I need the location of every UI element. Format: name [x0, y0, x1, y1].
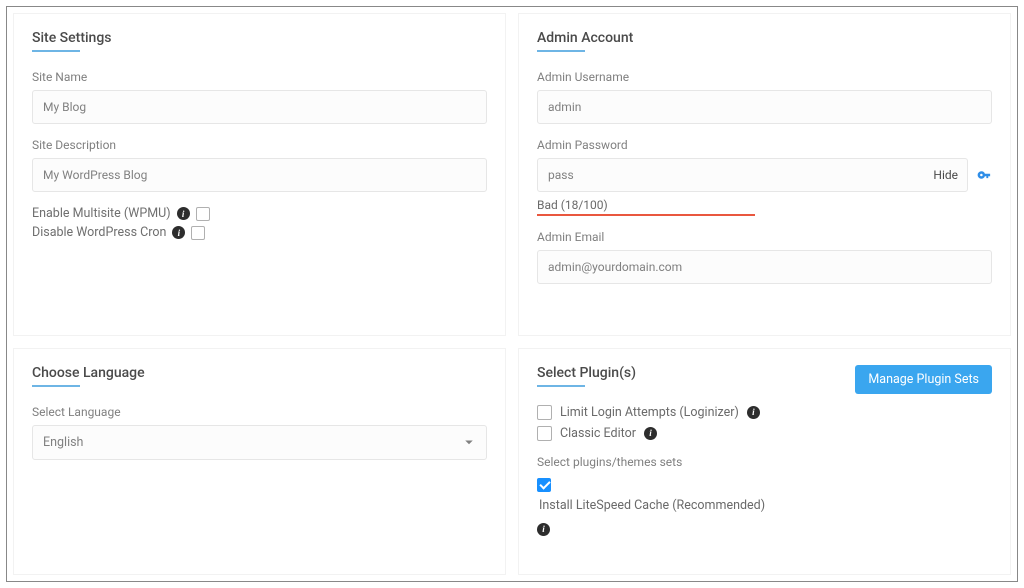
- plugin-row-classic-editor: Classic Editor i: [537, 426, 992, 441]
- admin-password-label: Admin Password: [537, 138, 992, 152]
- disable-cron-label: Disable WordPress Cron: [32, 225, 166, 240]
- card-title-site-settings: Site Settings: [32, 30, 487, 46]
- plugin-sets-label: Select plugins/themes sets: [537, 455, 992, 469]
- admin-account-card: Admin Account Admin Username Admin Passw…: [518, 13, 1011, 336]
- enable-multisite-checkbox[interactable]: [196, 207, 210, 221]
- recommend-label: Install LiteSpeed Cache (Recommended): [539, 498, 992, 513]
- admin-password-row: Hide: [537, 158, 992, 192]
- plugin-checkbox-classic-editor[interactable]: [537, 426, 552, 441]
- card-title-language: Choose Language: [32, 365, 487, 381]
- disable-cron-checkbox[interactable]: [191, 226, 205, 240]
- enable-multisite-label: Enable Multisite (WPMU): [32, 206, 171, 221]
- password-strength-text: Bad (18/100): [537, 198, 992, 212]
- plugin-checkbox-loginizer[interactable]: [537, 405, 552, 420]
- select-language-label: Select Language: [32, 405, 487, 419]
- info-icon[interactable]: i: [172, 226, 185, 239]
- generate-password-icon[interactable]: [977, 168, 992, 183]
- site-name-label: Site Name: [32, 70, 487, 84]
- site-description-label: Site Description: [32, 138, 487, 152]
- choose-language-card: Choose Language Select Language English: [13, 348, 506, 576]
- title-underline: [537, 50, 585, 52]
- title-underline: [537, 385, 585, 387]
- hide-password-toggle[interactable]: Hide: [933, 168, 958, 182]
- disable-cron-row: Disable WordPress Cron i: [32, 225, 487, 240]
- select-plugins-card: Select Plugin(s) Manage Plugin Sets Limi…: [518, 348, 1011, 576]
- manage-plugin-sets-button[interactable]: Manage Plugin Sets: [855, 365, 992, 394]
- admin-email-input[interactable]: [537, 250, 992, 284]
- plugin-row-loginizer: Limit Login Attempts (Loginizer) i: [537, 405, 992, 420]
- recommend-checkbox[interactable]: [537, 478, 551, 492]
- recommend-block: Install LiteSpeed Cache (Recommended) i: [537, 477, 992, 538]
- site-settings-card: Site Settings Site Name Site Description…: [13, 13, 506, 336]
- password-strength-bar: [537, 214, 755, 216]
- admin-username-input[interactable]: [537, 90, 992, 124]
- site-description-input[interactable]: [32, 158, 487, 192]
- admin-username-label: Admin Username: [537, 70, 992, 84]
- site-name-input[interactable]: [32, 90, 487, 124]
- title-underline: [32, 385, 80, 387]
- info-icon[interactable]: i: [537, 523, 550, 536]
- language-select[interactable]: English: [32, 425, 487, 460]
- plugin-label: Limit Login Attempts (Loginizer): [560, 405, 739, 420]
- card-title-admin-account: Admin Account: [537, 30, 992, 46]
- plugin-label: Classic Editor: [560, 426, 636, 441]
- enable-multisite-row: Enable Multisite (WPMU) i: [32, 206, 487, 221]
- admin-email-label: Admin Email: [537, 230, 992, 244]
- info-icon[interactable]: i: [747, 406, 760, 419]
- title-underline: [32, 50, 80, 52]
- info-icon[interactable]: i: [644, 427, 657, 440]
- info-icon[interactable]: i: [177, 207, 190, 220]
- admin-password-input[interactable]: [537, 158, 968, 192]
